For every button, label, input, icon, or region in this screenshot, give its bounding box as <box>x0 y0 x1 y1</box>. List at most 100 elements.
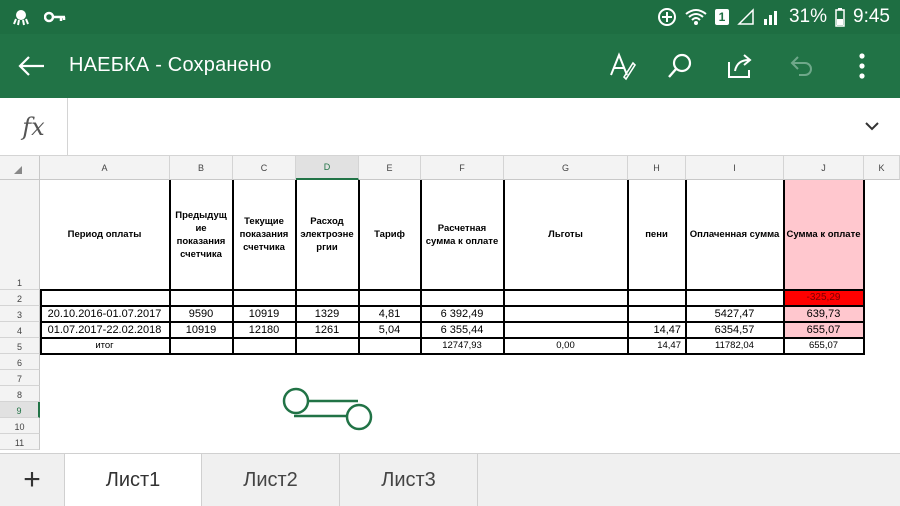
border-line <box>783 180 785 354</box>
row-header-1[interactable]: 1 <box>0 180 40 290</box>
cell-c3[interactable]: 10919 <box>233 306 296 322</box>
cell-e4[interactable]: 5,04 <box>359 322 421 338</box>
cell-g5[interactable]: 0,00 <box>504 338 628 354</box>
row-header-3[interactable]: 3 <box>0 306 40 322</box>
cell-e1[interactable]: Тариф <box>359 180 421 290</box>
cell-c1[interactable]: Текущие показания счетчика <box>233 180 296 290</box>
search-icon <box>668 53 692 78</box>
sheet-tab-2[interactable]: Лист2 <box>202 454 340 506</box>
undo-icon <box>790 56 812 76</box>
row-header-10[interactable]: 10 <box>0 418 40 434</box>
cell-f4[interactable]: 6 355,44 <box>421 322 504 338</box>
select-all-triangle-icon <box>14 166 22 174</box>
document-title: НАЕБКА - Сохранено <box>69 54 272 76</box>
share-button[interactable] <box>724 50 756 82</box>
cell-a1[interactable]: Период оплаты <box>40 180 170 290</box>
cell-b3[interactable]: 9590 <box>170 306 233 322</box>
select-all-corner[interactable] <box>0 156 40 180</box>
border-line <box>685 180 687 354</box>
cell-d4[interactable]: 1261 <box>296 322 359 338</box>
share-icon <box>728 54 752 78</box>
spreadsheet-grid[interactable]: A B C D E F G H I J K 1 2 3 4 5 6 7 8 9 … <box>0 156 900 453</box>
cell-h1[interactable]: пени <box>628 180 686 290</box>
border-line <box>40 321 865 323</box>
column-header-h[interactable]: H <box>628 156 686 180</box>
column-header-d[interactable]: D <box>296 156 359 180</box>
border-line <box>863 180 865 354</box>
wifi-icon <box>685 8 707 26</box>
formula-input[interactable] <box>68 98 848 155</box>
more-options-button[interactable] <box>846 50 878 82</box>
border-line <box>169 180 171 354</box>
row-header-7[interactable]: 7 <box>0 370 40 386</box>
battery-icon <box>835 7 845 27</box>
cell-b1[interactable]: Предыдущ ие показания счетчика <box>170 180 233 290</box>
column-header-b[interactable]: B <box>170 156 233 180</box>
cell-i4[interactable]: 6354,57 <box>686 322 784 338</box>
app-bar: НАЕБКА - Сохранено <box>0 34 900 98</box>
column-header-c[interactable]: C <box>233 156 296 180</box>
column-header-f[interactable]: F <box>421 156 504 180</box>
cell-f5[interactable]: 12747,93 <box>421 338 504 354</box>
status-bar: 1 31% 9:45 <box>0 0 900 34</box>
cell-g1[interactable]: Льготы <box>504 180 628 290</box>
cell-h4[interactable]: 14,47 <box>628 322 686 338</box>
cell-j3[interactable]: 639,73 <box>784 306 864 322</box>
row-header-9[interactable]: 9 <box>0 402 40 418</box>
row-header-11[interactable]: 11 <box>0 434 40 450</box>
column-header-e[interactable]: E <box>359 156 421 180</box>
cell-a3[interactable]: 20.10.2016-01.07.2017 <box>40 306 170 322</box>
cell-i5[interactable]: 11782,04 <box>686 338 784 354</box>
more-vert-icon <box>859 53 865 79</box>
row-header-8[interactable]: 8 <box>0 386 40 402</box>
column-header-a[interactable]: A <box>40 156 170 180</box>
border-line <box>40 289 865 291</box>
key-icon <box>44 10 66 24</box>
cell-h5[interactable]: 14,47 <box>628 338 686 354</box>
text-format-button[interactable] <box>606 50 638 82</box>
search-button[interactable] <box>664 50 696 82</box>
add-sheet-button[interactable]: + <box>0 454 64 506</box>
cell-j4[interactable]: 655,07 <box>784 322 864 338</box>
column-header-i[interactable]: I <box>686 156 784 180</box>
cell-c4[interactable]: 12180 <box>233 322 296 338</box>
signal-empty-icon <box>737 8 755 26</box>
border-line <box>40 337 865 339</box>
signal-icon <box>763 8 781 26</box>
fx-label[interactable]: fx <box>0 98 68 155</box>
cell-i1[interactable]: Оплаченная сумма <box>686 180 784 290</box>
cell-j2[interactable]: -325,29 <box>784 290 864 306</box>
cell-j5[interactable]: 655,07 <box>784 338 864 354</box>
column-header-g[interactable]: G <box>504 156 628 180</box>
undo-button[interactable] <box>785 50 817 82</box>
column-header-k[interactable]: K <box>864 156 900 180</box>
cell-f1[interactable]: Расчетная сумма к оплате <box>421 180 504 290</box>
sheet-tab-1[interactable]: Лист1 <box>64 454 202 506</box>
formula-bar: fx <box>0 98 900 156</box>
cell-i3[interactable]: 5427,47 <box>686 306 784 322</box>
expand-formula-button[interactable] <box>858 112 886 140</box>
border-line <box>40 305 865 307</box>
sheet-tab-3[interactable]: Лист3 <box>340 454 478 506</box>
cell-d1[interactable]: Расход электроэне ргии <box>296 180 359 290</box>
cell-a4[interactable]: 01.07.2017-22.02.2018 <box>40 322 170 338</box>
text-format-icon <box>610 52 637 81</box>
column-header-j[interactable]: J <box>784 156 864 180</box>
cell-d3[interactable]: 1329 <box>296 306 359 322</box>
cell-a5[interactable]: итог <box>40 338 170 354</box>
cell-j1[interactable]: Сумма к оплате <box>784 180 864 290</box>
border-line <box>627 180 629 354</box>
data-saver-icon <box>657 7 677 27</box>
row-header-2[interactable]: 2 <box>0 290 40 306</box>
border-line <box>503 180 505 354</box>
selection-handles[interactable] <box>280 386 376 434</box>
cell-b4[interactable]: 10919 <box>170 322 233 338</box>
row-header-6[interactable]: 6 <box>0 354 40 370</box>
border-line <box>232 180 234 354</box>
row-header-5[interactable]: 5 <box>0 338 40 354</box>
border-line <box>40 289 42 354</box>
row-header-4[interactable]: 4 <box>0 322 40 338</box>
cell-f3[interactable]: 6 392,49 <box>421 306 504 322</box>
back-button[interactable] <box>14 50 50 82</box>
cell-e3[interactable]: 4,81 <box>359 306 421 322</box>
